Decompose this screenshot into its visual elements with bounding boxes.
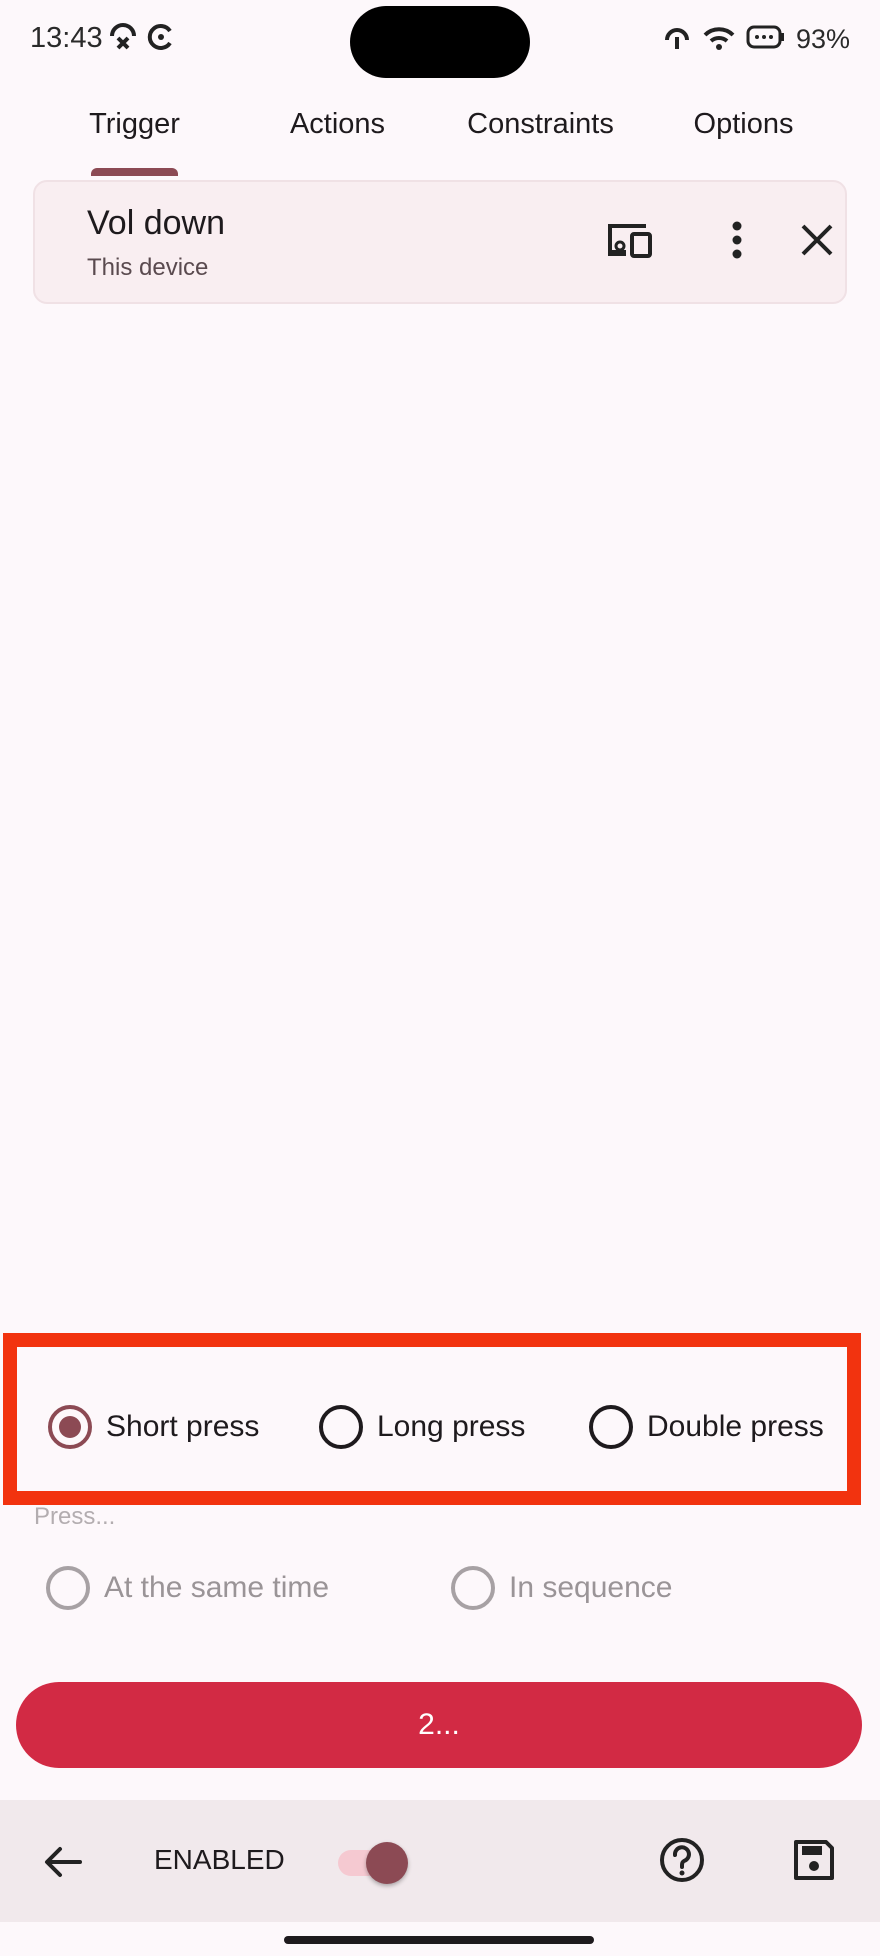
close-icon (800, 223, 834, 262)
battery-percentage: 93% (795, 24, 850, 54)
tab-label: Actions (289, 108, 386, 140)
enabled-label: ENABLED (154, 1844, 285, 1875)
press-mode-caption: Press... (34, 1503, 116, 1530)
battery-icon (746, 24, 786, 55)
radio-label: Long press (377, 1410, 526, 1443)
radio-unselected-icon (451, 1566, 495, 1610)
radio-in-sequence[interactable]: In sequence (451, 1566, 672, 1610)
trigger-key-device: This device (87, 254, 209, 281)
tab-bar: Trigger Actions Constraints Options (33, 80, 845, 176)
trigger-key-card[interactable]: Vol down This device (33, 180, 847, 304)
radio-label: In sequence (509, 1571, 673, 1604)
back-arrow-icon (36, 1847, 92, 1894)
help-icon (654, 1838, 710, 1892)
help-button[interactable] (654, 1832, 710, 1888)
radio-selected-icon (48, 1405, 92, 1449)
tab-actions[interactable]: Actions (236, 80, 439, 176)
more-options-button[interactable] (707, 212, 767, 272)
devices-icon (604, 220, 654, 265)
devices-button[interactable] (599, 212, 659, 272)
tab-trigger[interactable]: Trigger (33, 80, 236, 176)
enabled-toggle[interactable] (338, 1842, 412, 1884)
camera-notch (350, 6, 530, 78)
toggle-thumb (366, 1842, 408, 1884)
radio-double-press[interactable]: Double press (589, 1405, 824, 1449)
back-button[interactable] (36, 1834, 92, 1890)
radio-unselected-icon (46, 1566, 90, 1610)
remove-trigger-button[interactable] (787, 212, 847, 272)
home-indicator (284, 1936, 594, 1944)
record-trigger-button[interactable]: 2... (16, 1682, 862, 1768)
tab-label: Trigger (89, 108, 180, 140)
radio-label: At the same time (104, 1571, 330, 1604)
missed-call-icon (108, 22, 138, 57)
radio-at-the-same-time[interactable]: At the same time (46, 1566, 329, 1610)
status-bar: 13:43 93% (0, 0, 880, 80)
radio-label: Double press (647, 1410, 824, 1443)
status-left-icons (108, 22, 176, 57)
radio-unselected-icon (319, 1405, 363, 1449)
bottom-app-bar: ENABLED (0, 1800, 880, 1922)
radio-short-press[interactable]: Short press (48, 1405, 259, 1449)
status-time: 13:43 (30, 22, 103, 54)
tab-label: Constraints (467, 108, 614, 140)
status-right-icons: 93% (662, 22, 850, 57)
radio-unselected-icon (589, 1405, 633, 1449)
wifi-icon (702, 22, 736, 57)
trigger-key-title: Vol down (87, 204, 225, 242)
tab-label: Options (693, 108, 794, 140)
hotspot-icon (662, 22, 692, 57)
active-tab-indicator (91, 168, 178, 176)
record-trigger-label: 2... (418, 1708, 460, 1741)
more-vert-icon (731, 220, 743, 265)
sync-icon (146, 22, 176, 57)
tab-constraints[interactable]: Constraints (439, 80, 642, 176)
radio-long-press[interactable]: Long press (319, 1405, 525, 1449)
tab-options[interactable]: Options (642, 80, 845, 176)
save-icon (786, 1840, 842, 1892)
save-button[interactable] (786, 1832, 842, 1888)
radio-label: Short press (106, 1410, 260, 1443)
press-type-group: Short press Long press Double press (3, 1333, 861, 1505)
